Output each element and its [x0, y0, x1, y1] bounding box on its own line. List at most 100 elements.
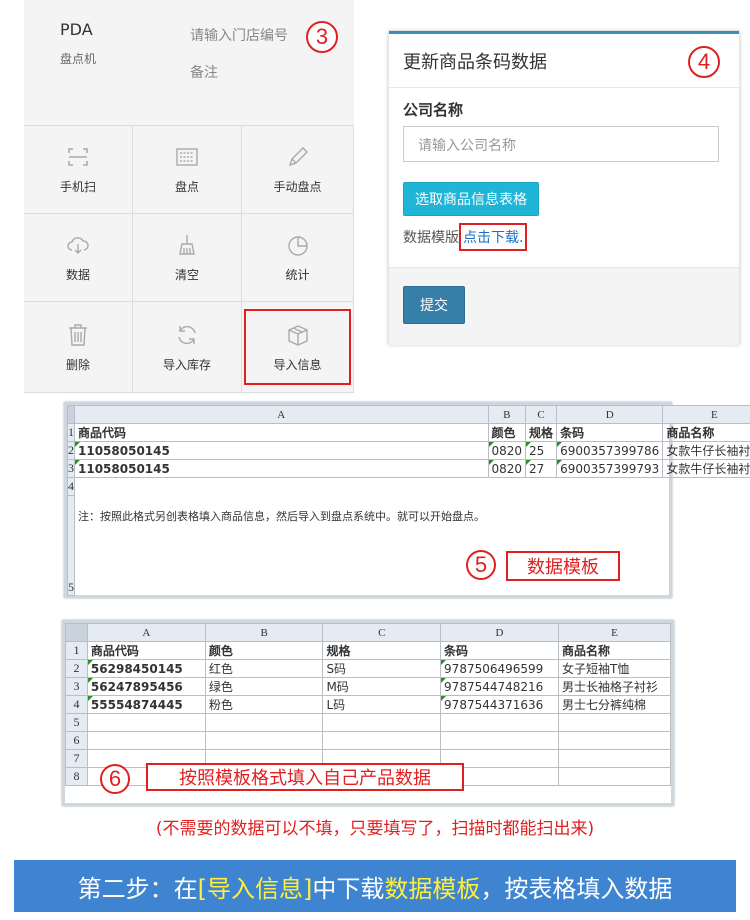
row-number[interactable]: 1	[65, 641, 88, 660]
table-cell[interactable]: S码	[322, 659, 442, 678]
company-input[interactable]: 请输入公司名称	[403, 126, 719, 162]
table-cell[interactable]	[204, 713, 324, 732]
table-cell[interactable]	[440, 731, 559, 750]
table-cell[interactable]: 6900357399786	[556, 441, 664, 460]
table-cell[interactable]: 9787544371636	[440, 695, 559, 714]
grid-item-phone-scan[interactable]: 手机扫	[24, 126, 133, 214]
col-header[interactable]: E	[557, 623, 672, 642]
table-cell[interactable]: 25	[525, 441, 558, 460]
row-number[interactable]: 5	[65, 713, 88, 732]
table-row: 5 注：按照此格式另创表格填入商品信息，然后导入到盘点系统中。就可以开始盘点。	[67, 495, 750, 596]
row-number[interactable]: 3	[65, 677, 88, 696]
table-cell[interactable]: 商品名称	[557, 641, 672, 660]
table-cell[interactable]	[86, 713, 206, 732]
row-number[interactable]: 2	[65, 659, 88, 678]
row-number[interactable]: 1	[67, 423, 75, 442]
broom-icon	[179, 235, 195, 255]
table-cell[interactable]: 规格	[322, 641, 442, 660]
col-header[interactable]: D	[556, 405, 664, 424]
table-cell[interactable]: 条码	[556, 423, 664, 442]
template-row: 数据模版 点击下载.	[403, 223, 528, 251]
row-number[interactable]: 4	[65, 695, 88, 714]
select-all-corner[interactable]	[67, 405, 75, 424]
grid-item-data[interactable]: 数据	[24, 214, 133, 302]
remark-input[interactable]: 备注	[190, 62, 218, 82]
optional-fields-caption: (不需要的数据可以不填，只要填写了，扫描时都能扫出来)	[155, 819, 595, 839]
col-header[interactable]: A	[86, 623, 206, 642]
row-number[interactable]: 5	[67, 495, 75, 596]
table-cell[interactable]: 男士七分裤纯棉	[557, 695, 672, 714]
table-cell[interactable]	[557, 731, 672, 750]
table-cell[interactable]	[557, 767, 672, 786]
table-cell[interactable]: 规格	[525, 423, 558, 442]
table-cell[interactable]: 颜色	[487, 423, 527, 442]
grid-item-statistics[interactable]: 统计	[242, 214, 354, 302]
pda-subtitle: 盘点机	[60, 52, 97, 66]
download-link[interactable]: 点击下载.	[459, 223, 528, 251]
table-cell[interactable]	[75, 478, 750, 496]
note-cell[interactable]: 注：按照此格式另创表格填入商品信息，然后导入到盘点系统中。就可以开始盘点。	[75, 496, 489, 596]
table-cell[interactable]: 男士长袖格子衬衫	[557, 677, 672, 696]
table-cell[interactable]	[322, 713, 442, 732]
table-cell[interactable]	[440, 713, 559, 732]
select-file-button[interactable]: 选取商品信息表格	[403, 182, 539, 216]
col-header[interactable]: C	[322, 623, 442, 642]
col-header[interactable]: B	[204, 623, 324, 642]
table-cell[interactable]: 女款牛仔长袖衬衫	[662, 459, 750, 478]
grid-item-clear[interactable]: 清空	[133, 214, 242, 302]
scan-icon	[68, 148, 88, 166]
table-cell[interactable]: 颜色	[204, 641, 324, 660]
table-cell[interactable]: 女款牛仔长袖衬衫	[662, 441, 750, 460]
table-cell[interactable]: 55554874445	[86, 695, 206, 714]
col-header[interactable]: D	[440, 623, 559, 642]
table-cell[interactable]	[557, 749, 672, 768]
row-number[interactable]: 8	[65, 767, 88, 786]
row-number[interactable]: 2	[67, 441, 75, 460]
table-cell[interactable]: 粉色	[204, 695, 324, 714]
table-cell[interactable]: 9787544748216	[440, 677, 559, 696]
table-cell[interactable]	[322, 731, 442, 750]
table-cell[interactable]: 商品代码	[86, 641, 206, 660]
table-cell[interactable]	[204, 731, 324, 750]
row-number[interactable]: 4	[67, 477, 75, 496]
table-cell[interactable]: 9787506496599	[440, 659, 559, 678]
col-header[interactable]: C	[525, 405, 558, 424]
col-header[interactable]: E	[662, 405, 750, 424]
step-number-4: 4	[688, 46, 720, 78]
table-cell[interactable]	[557, 713, 672, 732]
grid-item-delete[interactable]: 删除	[24, 302, 133, 393]
table-cell[interactable]: 商品名称	[662, 423, 750, 442]
grid-item-manual-inventory[interactable]: 手动盘点	[242, 126, 354, 214]
row-number[interactable]: 3	[67, 459, 75, 478]
table-cell[interactable]: 商品代码	[74, 423, 489, 442]
table-cell[interactable]: 红色	[204, 659, 324, 678]
table-cell[interactable]: 56247895456	[86, 677, 206, 696]
table-cell[interactable]: 6900357399793	[556, 459, 664, 478]
grid-item-label: 盘点	[174, 180, 199, 194]
grid-item-import-stock[interactable]: 导入库存	[133, 302, 242, 393]
table-cell[interactable]: 绿色	[204, 677, 324, 696]
store-number-input[interactable]: 请输入门店编号	[190, 25, 288, 45]
table-cell[interactable]: 0820	[487, 441, 527, 460]
banner-highlight: [导入信息]	[197, 874, 313, 903]
table-cell[interactable]: L码	[322, 695, 442, 714]
grid-item-inventory[interactable]: 盘点	[133, 126, 242, 214]
table-cell[interactable]: 女子短袖T恤	[557, 659, 672, 678]
col-header[interactable]: A	[74, 405, 489, 424]
download-link-text[interactable]: 点击下载	[463, 230, 519, 246]
col-header[interactable]: B	[487, 405, 527, 424]
submit-button[interactable]: 提交	[403, 286, 465, 324]
filled-table: A B C D E 1 商品代码 颜色 规格 条码 商品名称 2 5629845…	[65, 623, 672, 786]
table-cell[interactable]: 11058050145	[74, 441, 489, 460]
table-cell[interactable]: 条码	[440, 641, 559, 660]
row-number[interactable]: 6	[65, 731, 88, 750]
row-number[interactable]: 7	[65, 749, 88, 768]
table-cell[interactable]: 56298450145	[86, 659, 206, 678]
table-row: 3 11058050145 0820 27 6900357399793 女款牛仔…	[67, 459, 750, 478]
table-cell[interactable]	[86, 731, 206, 750]
table-cell[interactable]: 11058050145	[74, 459, 489, 478]
select-all-corner[interactable]	[65, 623, 88, 642]
table-cell[interactable]: 27	[525, 459, 558, 478]
table-cell[interactable]: 0820	[487, 459, 527, 478]
table-cell[interactable]: M码	[322, 677, 442, 696]
